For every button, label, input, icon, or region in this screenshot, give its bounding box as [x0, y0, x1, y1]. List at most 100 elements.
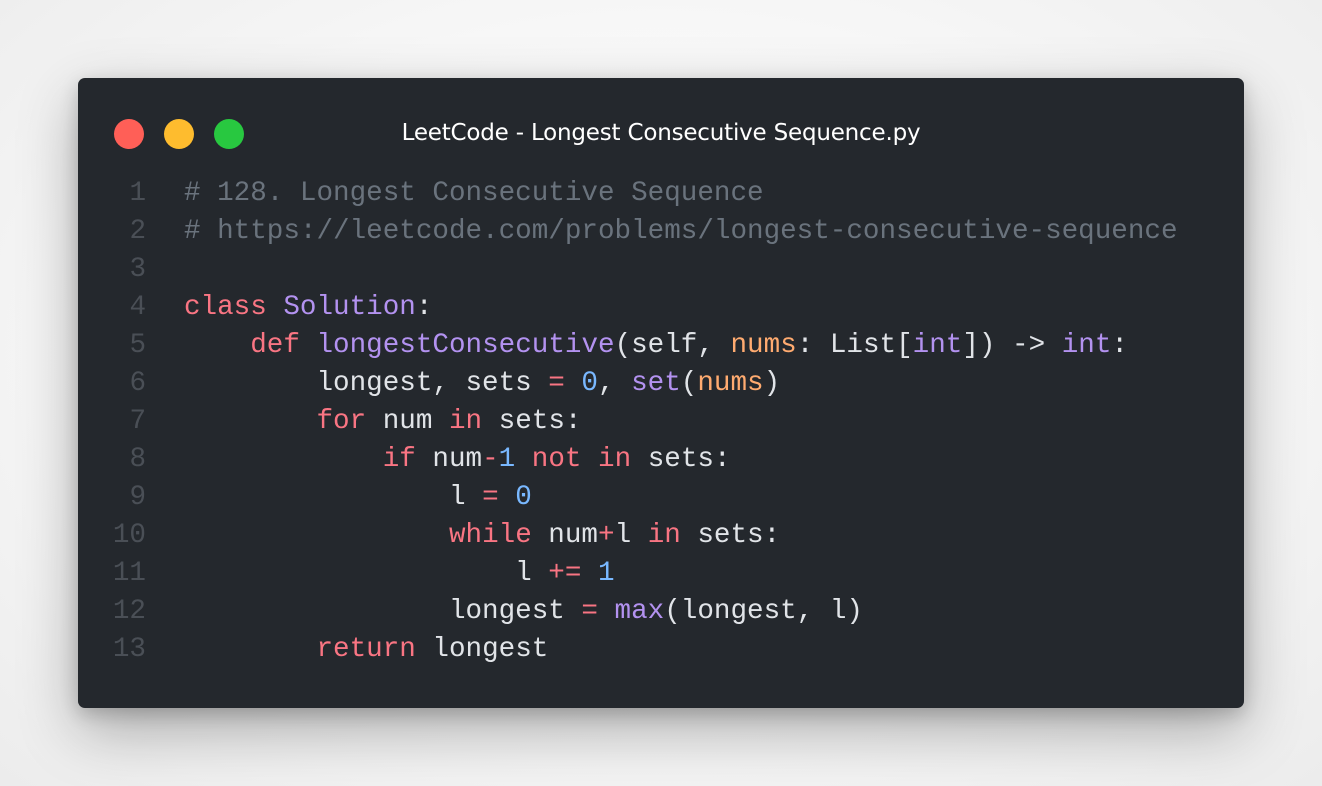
- line-number: 5: [129, 330, 146, 361]
- code-text: for num in sets:: [184, 403, 581, 441]
- code-token: 1: [498, 444, 516, 475]
- code-token: num: [531, 520, 598, 551]
- line-number: 13: [112, 634, 146, 665]
- code-token: =: [581, 596, 598, 627]
- line-number: 4: [129, 292, 146, 323]
- code-line: 6 longest, sets = 0, set(nums): [78, 365, 1244, 403]
- code-token: Solution: [283, 292, 416, 323]
- code-line: 5 def longestConsecutive(self, nums: Lis…: [78, 327, 1244, 365]
- code-token: l: [184, 558, 549, 589]
- code-token: l: [184, 482, 483, 513]
- code-token: while: [448, 520, 532, 551]
- code-token: longest: [184, 596, 582, 627]
- code-text: l = 0: [184, 479, 532, 517]
- code-text: class Solution:: [184, 289, 432, 327]
- code-line: 8 if num-1 not in sets:: [78, 441, 1244, 479]
- code-token: =: [482, 482, 499, 513]
- code-token: num: [415, 444, 483, 475]
- line-number: 12: [112, 596, 146, 627]
- code-token: in: [448, 406, 483, 437]
- code-text: while num+l in sets:: [184, 517, 780, 555]
- code-token: sets:: [631, 444, 731, 475]
- line-number: 7: [129, 406, 146, 437]
- code-token: +: [598, 520, 615, 551]
- code-token: sets:: [482, 406, 582, 437]
- code-token: =: [548, 368, 565, 399]
- code-token: (longest, l): [664, 596, 863, 627]
- code-text: if num-1 not in sets:: [184, 441, 731, 479]
- code-token: longest: [415, 634, 549, 665]
- code-token: nums: [730, 330, 797, 361]
- code-line: 13 return longest: [78, 631, 1244, 669]
- code-token: sets:: [680, 520, 781, 551]
- code-text: l += 1: [184, 555, 615, 593]
- code-token: int: [912, 330, 963, 361]
- code-token: longestConsecutive: [316, 330, 615, 361]
- code-line: 1 # 128. Longest Consecutive Sequence: [78, 175, 1244, 213]
- code-text: # 128. Longest Consecutive Sequence: [184, 175, 764, 213]
- code-token: int: [1061, 330, 1112, 361]
- code-line: 12 longest = max(longest, l): [78, 593, 1244, 631]
- line-number: 2: [129, 216, 146, 247]
- window-title: LeetCode - Longest Consecutive Sequence.…: [401, 120, 921, 146]
- code-line: 9 l = 0: [78, 479, 1244, 517]
- code-text: return longest: [184, 631, 548, 669]
- code-token: 0: [581, 368, 598, 399]
- line-number: 11: [112, 558, 146, 589]
- code-line: 4 class Solution:: [78, 289, 1244, 327]
- code-token: return: [316, 634, 416, 665]
- line-number: 1: [129, 178, 146, 209]
- code-text: longest = max(longest, l): [184, 593, 863, 631]
- code-token: nums: [697, 368, 764, 399]
- code-token: num: [366, 406, 449, 437]
- code-token: max: [614, 596, 665, 627]
- code-line: 10 while num+l in sets:: [78, 517, 1244, 555]
- code-token: class: [184, 292, 267, 323]
- code-token: -: [482, 444, 499, 475]
- code-token: if: [382, 444, 416, 475]
- line-number: 9: [129, 482, 146, 513]
- code-line: 3: [78, 251, 1244, 289]
- code-line: 2 # https://leetcode.com/problems/longest…: [78, 213, 1244, 251]
- code-token: in: [598, 444, 632, 475]
- line-number: 10: [112, 520, 146, 551]
- line-number: 3: [129, 254, 146, 285]
- code-token: 0: [515, 482, 532, 513]
- code-token: in: [647, 520, 681, 551]
- code-token: set: [631, 368, 681, 399]
- code-token: # 128. Longest Consecutive Sequence: [184, 178, 764, 209]
- code-token: +=: [548, 558, 582, 589]
- code-token: :: [415, 292, 433, 323]
- code-token: longest, sets: [184, 368, 549, 399]
- code-text: def longestConsecutive(self, nums: List[…: [184, 327, 1128, 365]
- code-line: 11 l += 1: [78, 555, 1244, 593]
- line-number: 8: [129, 444, 146, 475]
- code-token: (: [680, 368, 698, 399]
- line-number: 6: [129, 368, 146, 399]
- code-text: longest, sets = 0, set(nums): [184, 365, 780, 403]
- code-token: ): [763, 368, 781, 399]
- code-token: for: [316, 406, 367, 437]
- code-window: LeetCode - Longest Consecutive Sequence.…: [78, 78, 1244, 708]
- code-token: 1: [597, 558, 615, 589]
- code-token: l: [614, 520, 648, 551]
- code-editor: 1 # 128. Longest Consecutive Sequence 2 # h…: [78, 175, 1244, 669]
- code-token: # https://leetcode.com/problems/longest-…: [184, 216, 1178, 247]
- code-text: # https://leetcode.com/problems/longest-…: [184, 213, 1178, 251]
- code-token: not: [531, 444, 582, 475]
- code-token: ]) ->: [962, 330, 1062, 361]
- code-token: (self,: [614, 330, 731, 361]
- code-token: ,: [597, 368, 632, 399]
- code-line: 7 for num in sets:: [78, 403, 1244, 441]
